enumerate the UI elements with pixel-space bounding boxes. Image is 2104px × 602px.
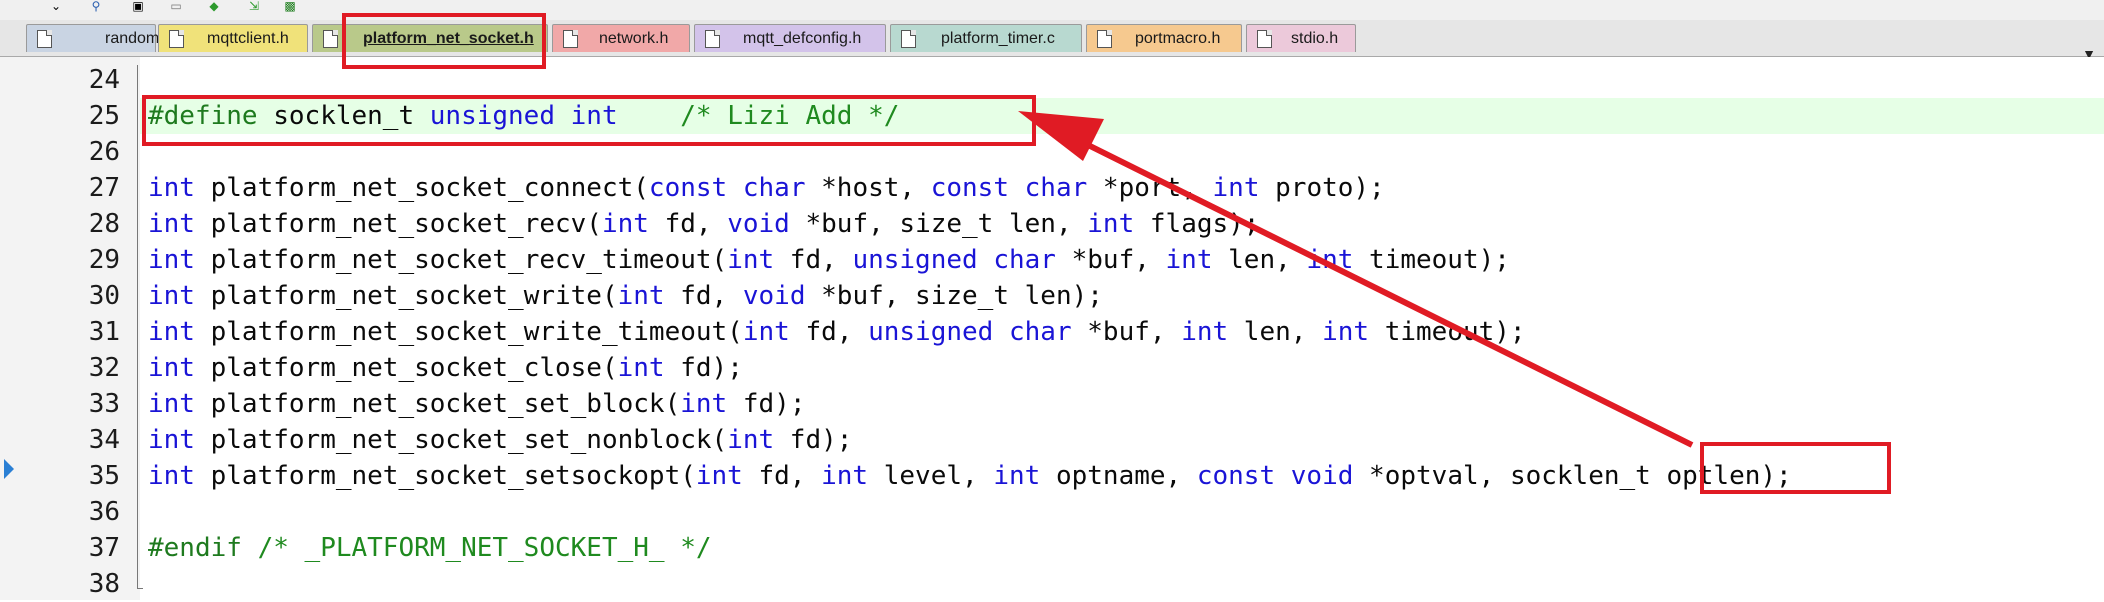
window-icon[interactable]: ▣: [130, 0, 146, 12]
annotation-arrow-head: [1018, 111, 1104, 161]
tab-mqtt-defconfig-h[interactable]: mqtt_defconfig.h: [694, 24, 886, 52]
document-icon: [1257, 30, 1272, 48]
annotation-box-active-tab: [342, 13, 546, 69]
tab-stdio-h[interactable]: stdio.h: [1246, 24, 1356, 52]
annotation-arrow: [1018, 111, 1694, 448]
document-icon: [37, 30, 52, 48]
image-icon[interactable]: ▩: [282, 0, 298, 12]
tab-portmacro-h[interactable]: portmacro.h: [1086, 24, 1242, 52]
tab-mqttclient-h[interactable]: mqttclient.h: [158, 24, 308, 52]
print-icon[interactable]: ▭: [168, 0, 184, 12]
toolbar: ⌄ ⚲ ▣ ▭ ◆ ⇲ ▩: [0, 0, 2104, 21]
tab-random-c[interactable]: random.c: [26, 24, 172, 52]
binoculars-icon[interactable]: ⚲: [88, 0, 104, 12]
document-icon: [901, 30, 916, 48]
annotation-arrow-shaft: [1080, 139, 1694, 448]
pointer-icon[interactable]: ⇲: [246, 0, 262, 12]
document-icon: [563, 30, 578, 48]
tab-platform-timer-c[interactable]: platform_timer.c: [890, 24, 1082, 52]
code-editor[interactable]: 24 25 #define socklen_t unsigned int /* Li…: [0, 57, 2104, 600]
file-tab-bar: random.c mqttclient.h platform_net_socke…: [0, 20, 2104, 62]
dropdown-icon[interactable]: ⌄: [48, 0, 64, 12]
document-icon: [169, 30, 184, 48]
tab-network-h[interactable]: network.h: [552, 24, 690, 52]
document-icon: [705, 30, 720, 48]
diamond-icon[interactable]: ◆: [206, 0, 222, 12]
document-icon: [1097, 30, 1112, 48]
document-icon: [323, 30, 338, 48]
